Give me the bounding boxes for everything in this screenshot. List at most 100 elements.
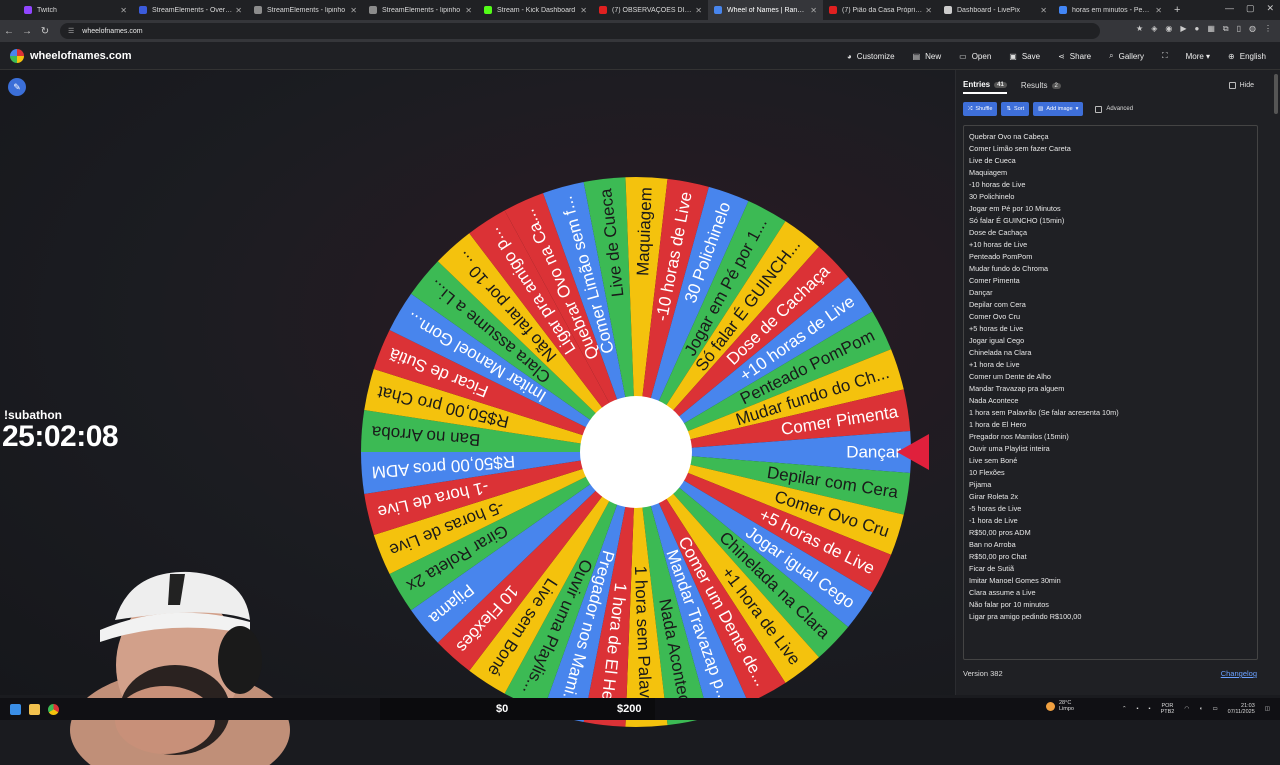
image-icon: ▨ [1038, 106, 1044, 112]
forward-icon[interactable]: → [18, 26, 36, 37]
weather-desc: Limpo [1059, 706, 1074, 712]
entry-line: Ban no Arroba [969, 540, 1016, 549]
maximize-icon[interactable]: ▢ [1246, 3, 1255, 14]
site-logo[interactable]: wheelofnames.com [10, 48, 131, 63]
fullscreen-icon: ⛶ [1161, 51, 1168, 60]
extension-icon[interactable]: ▶ [1180, 24, 1186, 34]
menu-item-english[interactable]: ⊕ English [1228, 52, 1266, 61]
entry-line: Dançar [969, 288, 993, 297]
entries-textarea[interactable]: Quebrar Ovo na Cabeça Comer Limão sem faz… [963, 125, 1258, 660]
weather-widget[interactable]: 28°C Limpo [1046, 700, 1074, 712]
volume-icon[interactable]: ◖ [1199, 706, 1202, 712]
browser-tab[interactable]: Wheel of Names | Random na✕ [708, 0, 823, 20]
close-tab-icon[interactable]: ✕ [925, 6, 932, 15]
menu-item-label: English [1239, 51, 1266, 61]
advanced-label: Advanced [1106, 106, 1134, 112]
entry-line: Maquiagem [969, 168, 1008, 177]
browser-tab[interactable]: StreamElements - lipinho ✕ [363, 0, 478, 20]
new-tab-icon[interactable]: + [1174, 4, 1180, 16]
menu-item-fullscreen[interactable]: ⛶ [1162, 51, 1168, 61]
extension-icon[interactable]: ◉ [1165, 24, 1172, 34]
extension-icon[interactable]: ▦ [1207, 24, 1215, 34]
add-image-button[interactable]: ▨ Add image ▾ [1033, 102, 1084, 116]
tab-title: Stream - Kick Dashboard [497, 6, 576, 14]
sort-button[interactable]: ⇅ Sort [1001, 102, 1030, 116]
site-info-icon[interactable]: ☰ [68, 27, 74, 35]
back-icon[interactable]: ← [0, 26, 18, 37]
browser-tab[interactable]: (7) Pião da Casa Própria / Pro✕ [823, 0, 938, 20]
profile-avatar[interactable]: ◍ [1249, 24, 1256, 34]
advanced-toggle[interactable]: Advanced [1095, 105, 1134, 113]
scrollbar[interactable] [1274, 74, 1278, 114]
tab-favicon-icon [1059, 6, 1067, 14]
close-tab-icon[interactable]: ✕ [695, 6, 702, 15]
menu-item-save[interactable]: ▣ Save [1009, 52, 1040, 61]
folder-icon: ▭ [959, 51, 967, 61]
start-icon[interactable] [10, 703, 21, 715]
entry-line: R$50,00 pros ADM [969, 528, 1031, 537]
bookmark-star-icon[interactable]: ★ [1136, 24, 1143, 34]
tab-title: (7) OBSERVAÇÕES DIÁRIAS ( [612, 6, 692, 14]
browser-tab[interactable]: StreamElements - Overlays ✕ [133, 0, 248, 20]
close-tab-icon[interactable]: ✕ [1155, 6, 1162, 15]
sidebar-icon[interactable]: ▯ [1237, 24, 1241, 34]
entry-line: Jogar igual Cego [969, 336, 1025, 345]
browser-tab[interactable]: horas em minutos - Pesquisa✕ [1053, 0, 1168, 20]
wheel-center-button[interactable] [580, 396, 692, 508]
wifi-icon[interactable]: ◠ [1184, 706, 1189, 712]
kebab-menu-icon[interactable]: ⋮ [1264, 24, 1272, 34]
shuffle-button[interactable]: ⤮ Shuffle [963, 102, 998, 116]
entry-line: Ficar de Sutiã [969, 564, 1015, 573]
notification-icon[interactable]: ◫ [1265, 706, 1270, 712]
menu-item-more[interactable]: More ▾ [1186, 52, 1210, 61]
menu-item-new[interactable]: ▤ New [913, 52, 942, 61]
tray-app-icon[interactable]: ▪ [1149, 706, 1151, 712]
url-field[interactable]: ☰ wheelofnames.com [60, 23, 1100, 39]
tab-favicon-icon [24, 6, 32, 14]
close-tab-icon[interactable]: ✕ [235, 6, 242, 15]
extension-icon[interactable]: ● [1194, 24, 1199, 34]
menu-item-customize[interactable]: ◕ Customize [847, 52, 895, 61]
browser-tab[interactable]: Dashboard - LivePix ✕ [938, 0, 1053, 20]
tab-title: StreamElements - lipinho [382, 6, 461, 14]
entry-line: Quebrar Ovo na Cabeça [969, 132, 1049, 141]
results-count-badge: 2 [1051, 82, 1061, 89]
menu-item-share[interactable]: ⋖ Share [1058, 52, 1091, 61]
close-tab-icon[interactable]: ✕ [580, 6, 587, 15]
advanced-checkbox[interactable] [1095, 105, 1103, 113]
tab-entries[interactable]: Entries 41 [963, 80, 1007, 94]
close-tab-icon[interactable]: ✕ [810, 6, 817, 15]
changelog-link[interactable]: Changelog [1221, 669, 1257, 678]
close-tab-icon[interactable]: ✕ [120, 6, 127, 15]
menu-item-gallery[interactable]: ⌕ Gallery [1109, 51, 1144, 61]
edit-wheel-button[interactable]: ✎ [8, 78, 26, 96]
puzzle-icon[interactable]: ⧉ [1223, 24, 1229, 34]
tray-app-icon[interactable]: ▪ [1137, 706, 1139, 712]
tab-favicon-icon [944, 6, 952, 14]
browser-tab[interactable]: Twitch ✕ [18, 0, 133, 20]
extension-icon[interactable]: ◈ [1151, 24, 1157, 34]
tab-results[interactable]: Results 2 [1021, 80, 1061, 94]
browser-tab[interactable]: StreamElements - lipinho ✕ [248, 0, 363, 20]
reload-icon[interactable]: ↻ [36, 26, 54, 37]
tab-favicon-icon [484, 6, 492, 14]
entry-line: Ouvir uma Playlist inteira [969, 444, 1050, 453]
entry-line: Ligar pra amigo pedindo R$100,00 [969, 612, 1082, 621]
tray-chevron-icon[interactable]: ⌃ [1122, 706, 1127, 712]
battery-icon[interactable]: ▭ [1212, 706, 1217, 712]
minimize-icon[interactable]: — [1225, 3, 1234, 14]
close-tab-icon[interactable]: ✕ [465, 6, 472, 15]
menu-item-open[interactable]: ▭ Open [959, 52, 991, 61]
close-tab-icon[interactable]: ✕ [1040, 6, 1047, 15]
tab-title: StreamElements - lipinho [267, 6, 346, 14]
file-explorer-icon[interactable] [29, 703, 40, 715]
hide-toggle[interactable]: Hide [1228, 82, 1254, 89]
tab-title: Dashboard - LivePix [957, 6, 1021, 14]
wheel[interactable]: Quebrar Ovo na Ca...Comer Limão sem f...… [358, 174, 929, 730]
close-window-icon[interactable]: ✕ [1266, 3, 1274, 14]
hide-checkbox[interactable] [1228, 82, 1236, 89]
close-tab-icon[interactable]: ✕ [350, 6, 357, 15]
browser-tab[interactable]: (7) OBSERVAÇÕES DIÁRIAS (✕ [593, 0, 708, 20]
chrome-icon[interactable] [48, 703, 59, 715]
browser-tab[interactable]: Stream - Kick Dashboard ✕ [478, 0, 593, 20]
